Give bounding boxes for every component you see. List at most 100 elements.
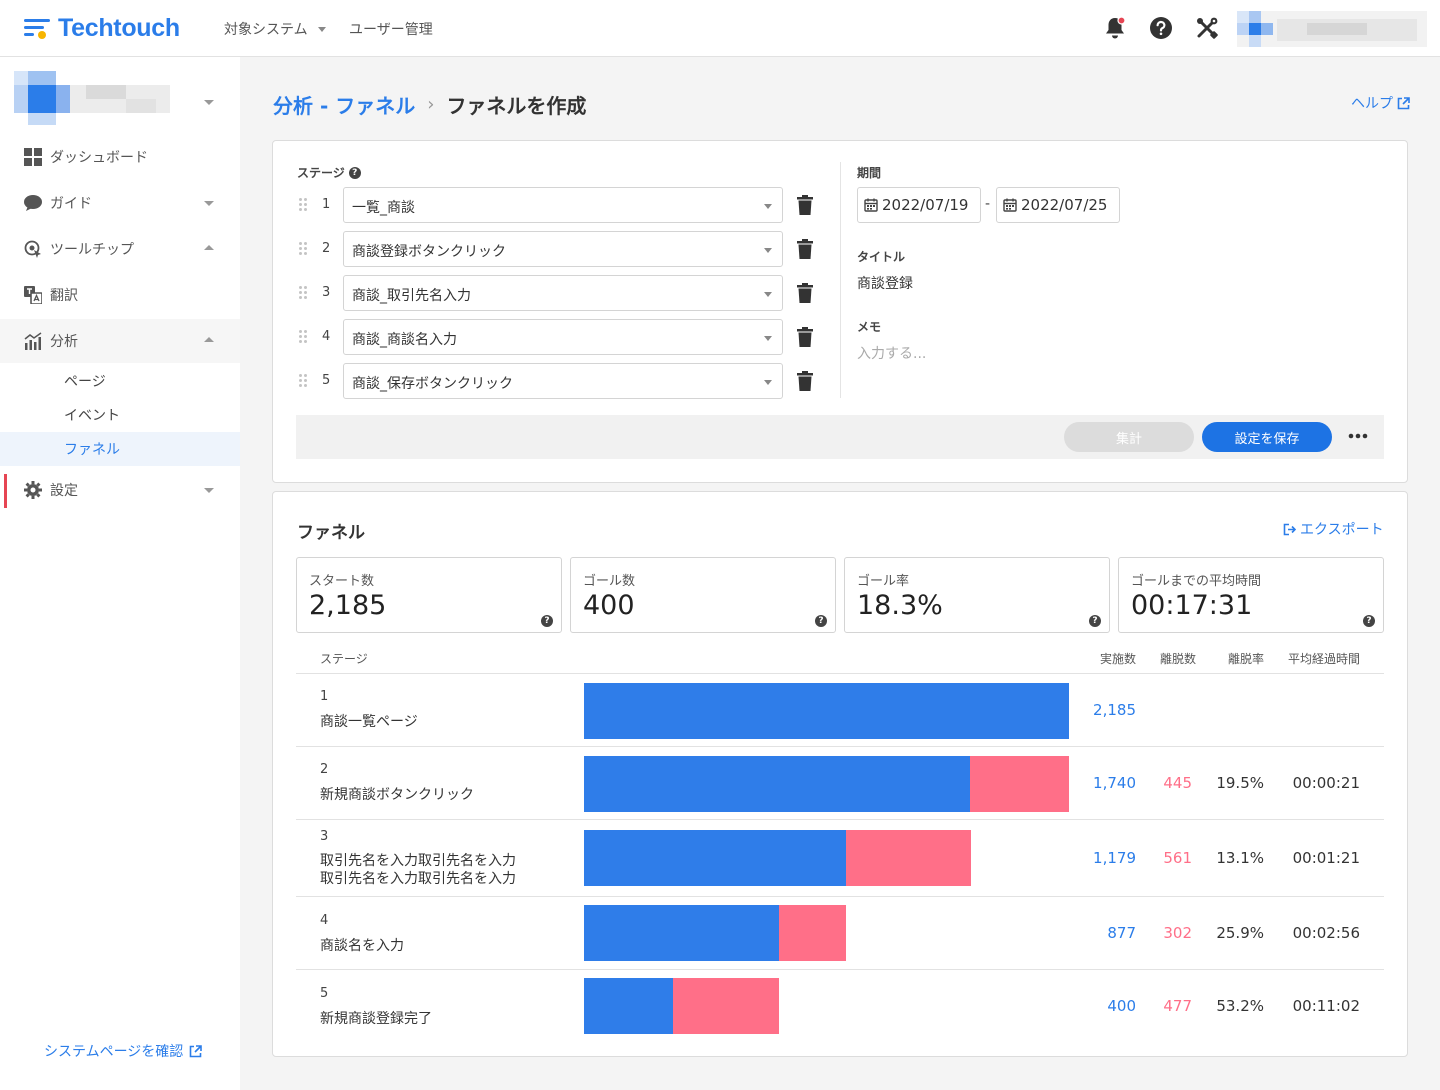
memo-field[interactable]: 入力する... xyxy=(857,343,926,363)
aggregate-button[interactable]: 集計 xyxy=(1064,422,1194,452)
question-icon[interactable]: ? xyxy=(541,615,553,627)
sidebar-item-dashboard[interactable]: ダッシュボード xyxy=(0,135,240,179)
drag-handle-icon[interactable] xyxy=(299,286,307,300)
logo-mark-icon xyxy=(24,16,54,42)
stage-select-value: 一覧_商談 xyxy=(352,200,415,216)
trash-icon[interactable] xyxy=(797,239,813,259)
stage-row: 4 商談_商談名入力 xyxy=(297,319,817,355)
stage-number: 3 xyxy=(322,285,331,300)
question-icon[interactable]: ? xyxy=(815,615,827,627)
chevron-down-icon xyxy=(317,26,326,32)
header-avg-time: 平均経過時間 xyxy=(1288,652,1361,666)
external-link-icon xyxy=(190,1044,203,1057)
save-settings-button[interactable]: 設定を保存 xyxy=(1202,422,1332,452)
help-circle-icon[interactable] xyxy=(1148,15,1174,41)
stage-number: 5 xyxy=(322,373,331,388)
sidebar-item-settings[interactable]: 設定 xyxy=(0,468,240,512)
trash-icon[interactable] xyxy=(797,371,813,391)
target-system-menu[interactable]: 対象システム xyxy=(224,19,326,39)
drag-handle-icon[interactable] xyxy=(299,242,307,256)
question-icon[interactable]: ? xyxy=(1089,615,1101,627)
trash-icon[interactable] xyxy=(797,283,813,303)
system-page-link[interactable]: システムページを確認 xyxy=(44,1041,203,1061)
help-link[interactable]: ヘルプ xyxy=(1351,93,1410,113)
external-link-icon xyxy=(1397,96,1410,109)
sidebar: ダッシュボード ガイド ツールチップ 翻訳 分析 ページ イベント ファネル 設… xyxy=(0,57,240,1090)
row-stage-number: 4 xyxy=(320,913,329,928)
title-label: タイトル xyxy=(857,250,906,264)
stage-number: 2 xyxy=(322,241,331,256)
sidebar-item-label: ダッシュボード xyxy=(50,150,148,166)
gear-icon xyxy=(24,481,42,499)
techtouch-logo[interactable]: Techtouch xyxy=(24,14,180,43)
bell-icon[interactable] xyxy=(1102,15,1128,41)
user-management-label: ユーザー管理 xyxy=(349,22,433,38)
chat-bubble-icon xyxy=(24,195,42,211)
row-avg-time: 00:02:56 xyxy=(1292,924,1360,942)
export-icon xyxy=(1283,523,1296,535)
sidebar-subitem-page[interactable]: ページ xyxy=(0,364,240,398)
user-management-link[interactable]: ユーザー管理 xyxy=(349,19,433,39)
drag-handle-icon[interactable] xyxy=(299,374,307,388)
table-row: 1 商談一覧ページ 2,185 xyxy=(296,673,1384,746)
sidebar-item-label: ツールチップ xyxy=(50,242,134,258)
stat-label: スタート数 xyxy=(309,574,375,589)
user-account-blurred[interactable] xyxy=(1237,11,1427,47)
row-count: 877 xyxy=(1107,924,1136,942)
stage-row: 3 商談_取引先名入力 xyxy=(297,275,817,311)
row-dropoff-rate: 25.9% xyxy=(1216,924,1264,942)
stage-select[interactable]: 商談_取引先名入力 xyxy=(343,275,783,311)
trash-icon[interactable] xyxy=(797,195,813,215)
stage-select[interactable]: 商談_商談名入力 xyxy=(343,319,783,355)
table-row: 5 新規商談登録完了 400 477 53.2% 00:11:02 xyxy=(296,969,1384,1043)
stage-select[interactable]: 商談_保存ボタンクリック xyxy=(343,363,783,399)
active-marker xyxy=(4,474,7,508)
calendar-icon xyxy=(1003,198,1017,212)
date-to-field[interactable]: 2022/07/25 xyxy=(996,187,1120,223)
breadcrumb-parent-link[interactable]: 分析 - ファネル xyxy=(273,90,415,119)
drag-handle-icon[interactable] xyxy=(299,330,307,344)
stage-select-value: 商談_商談名入力 xyxy=(352,332,457,348)
row-dropoff-rate: 53.2% xyxy=(1216,997,1264,1015)
row-stage-name: 新規商談ボタンクリック xyxy=(320,787,474,803)
row-stage-name: 商談一覧ページ xyxy=(320,714,418,730)
title-field[interactable]: 商談登録 xyxy=(857,273,913,293)
period-label: 期間 xyxy=(857,166,882,180)
tools-icon[interactable] xyxy=(1194,15,1220,41)
question-icon[interactable]: ? xyxy=(1363,615,1375,627)
row-avg-time: 00:01:21 xyxy=(1292,849,1360,867)
export-label: エクスポート xyxy=(1300,522,1384,538)
sidebar-item-guide[interactable]: ガイド xyxy=(0,181,240,225)
export-button[interactable]: エクスポート xyxy=(1283,519,1384,539)
stage-select[interactable]: 一覧_商談 xyxy=(343,187,783,223)
date-from-field[interactable]: 2022/07/19 xyxy=(857,187,981,223)
target-system-label: 対象システム xyxy=(224,22,308,38)
funnel-title: ファネル xyxy=(297,523,365,543)
bar-dropoff xyxy=(970,756,1069,812)
sidebar-item-analytics[interactable]: 分析 xyxy=(0,319,240,363)
analytics-icon xyxy=(24,332,42,350)
sidebar-subitem-event[interactable]: イベント xyxy=(0,398,240,432)
question-icon[interactable]: ? xyxy=(348,166,361,179)
stat-label: ゴールまでの平均時間 xyxy=(1131,574,1262,589)
header-count: 実施数 xyxy=(1100,652,1137,666)
chevron-down-icon[interactable] xyxy=(204,100,214,105)
trash-icon[interactable] xyxy=(797,327,813,347)
sidebar-subitem-funnel[interactable]: ファネル xyxy=(0,432,240,466)
stat-value: 00:17:31 xyxy=(1131,590,1253,621)
row-avg-time: 00:00:21 xyxy=(1292,774,1360,792)
system-page-label: システムページを確認 xyxy=(44,1044,184,1060)
stage-select[interactable]: 商談登録ボタンクリック xyxy=(343,231,783,267)
sidebar-subitem-label: ページ xyxy=(64,374,106,390)
stage-select-value: 商談_取引先名入力 xyxy=(352,288,471,304)
sidebar-item-translate[interactable]: 翻訳 xyxy=(0,273,240,317)
row-count: 400 xyxy=(1107,997,1136,1015)
more-horizontal-icon[interactable] xyxy=(1348,432,1368,440)
sidebar-item-tooltip[interactable]: ツールチップ xyxy=(0,227,240,271)
drag-handle-icon[interactable] xyxy=(299,198,307,212)
bar-completed xyxy=(584,683,1069,739)
sidebar-subitem-label: イベント xyxy=(64,408,120,424)
account-switcher-blurred[interactable] xyxy=(14,71,174,125)
stage-row: 2 商談登録ボタンクリック xyxy=(297,231,817,267)
tooltip-target-icon xyxy=(24,240,41,258)
